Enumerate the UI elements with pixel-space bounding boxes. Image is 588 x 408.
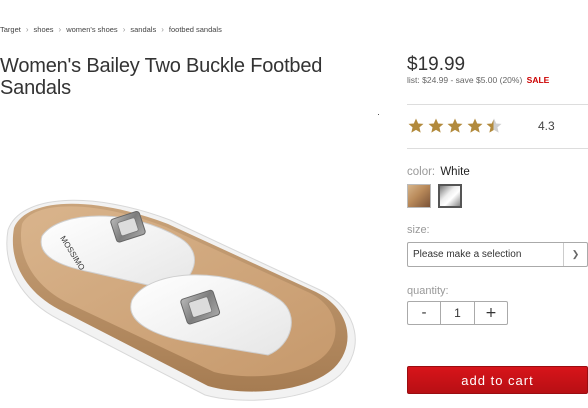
- color-label-text: color:: [407, 166, 436, 178]
- star-icon: [407, 117, 425, 135]
- selected-color: White: [440, 166, 470, 178]
- quantity-increment-button[interactable]: +: [474, 301, 508, 325]
- breadcrumb-link-footbed-sandals[interactable]: footbed sandals: [169, 25, 222, 34]
- size-select[interactable]: Please make a selection ❯: [407, 242, 588, 267]
- decorative-dot: [378, 114, 379, 115]
- star-icon: [427, 117, 445, 135]
- list-price-line: list: $24.99 - save $5.00 (20%) SALE: [407, 75, 549, 85]
- star-icon: [446, 117, 464, 135]
- divider: [407, 148, 588, 149]
- quantity-label: quantity:: [407, 285, 449, 297]
- breadcrumb: Target › shoes › women's shoes › sandals…: [0, 23, 222, 35]
- breadcrumb-link-target[interactable]: Target: [0, 25, 21, 34]
- sale-badge: SALE: [526, 75, 550, 85]
- star-half-icon: [485, 117, 503, 135]
- breadcrumb-link-sandals[interactable]: sandals: [130, 25, 156, 34]
- size-label: size:: [407, 224, 430, 236]
- quantity-input[interactable]: 1: [441, 301, 474, 325]
- list-price-text: list: $24.99 - save $5.00 (20%): [407, 75, 523, 85]
- product-title: Women's Bailey Two Buckle Footbed Sandal…: [0, 55, 323, 99]
- price: $19.99: [407, 54, 466, 75]
- breadcrumb-separator-icon: ›: [122, 24, 126, 34]
- add-to-cart-button[interactable]: add to cart: [407, 366, 588, 394]
- quantity-stepper: - 1 +: [407, 301, 508, 325]
- breadcrumb-separator-icon: ›: [161, 24, 164, 34]
- rating-value: 4.3: [538, 119, 555, 133]
- star-rating[interactable]: [407, 117, 505, 135]
- breadcrumb-separator-icon: ›: [25, 24, 29, 34]
- breadcrumb-link-womens-shoes[interactable]: women's shoes: [66, 25, 117, 34]
- breadcrumb-separator-icon: ›: [58, 24, 62, 34]
- star-icon: [466, 117, 484, 135]
- tan-swatch[interactable]: [407, 184, 431, 208]
- divider: [407, 104, 588, 105]
- color-label: color: White: [407, 166, 470, 178]
- breadcrumb-link-shoes[interactable]: shoes: [34, 25, 54, 34]
- product-image[interactable]: MOSSIMO: [0, 150, 370, 408]
- white-swatch[interactable]: [438, 184, 462, 208]
- size-select-value: Please make a selection: [413, 249, 522, 260]
- chevron-down-icon[interactable]: ❯: [563, 243, 587, 266]
- quantity-decrement-button[interactable]: -: [407, 301, 441, 325]
